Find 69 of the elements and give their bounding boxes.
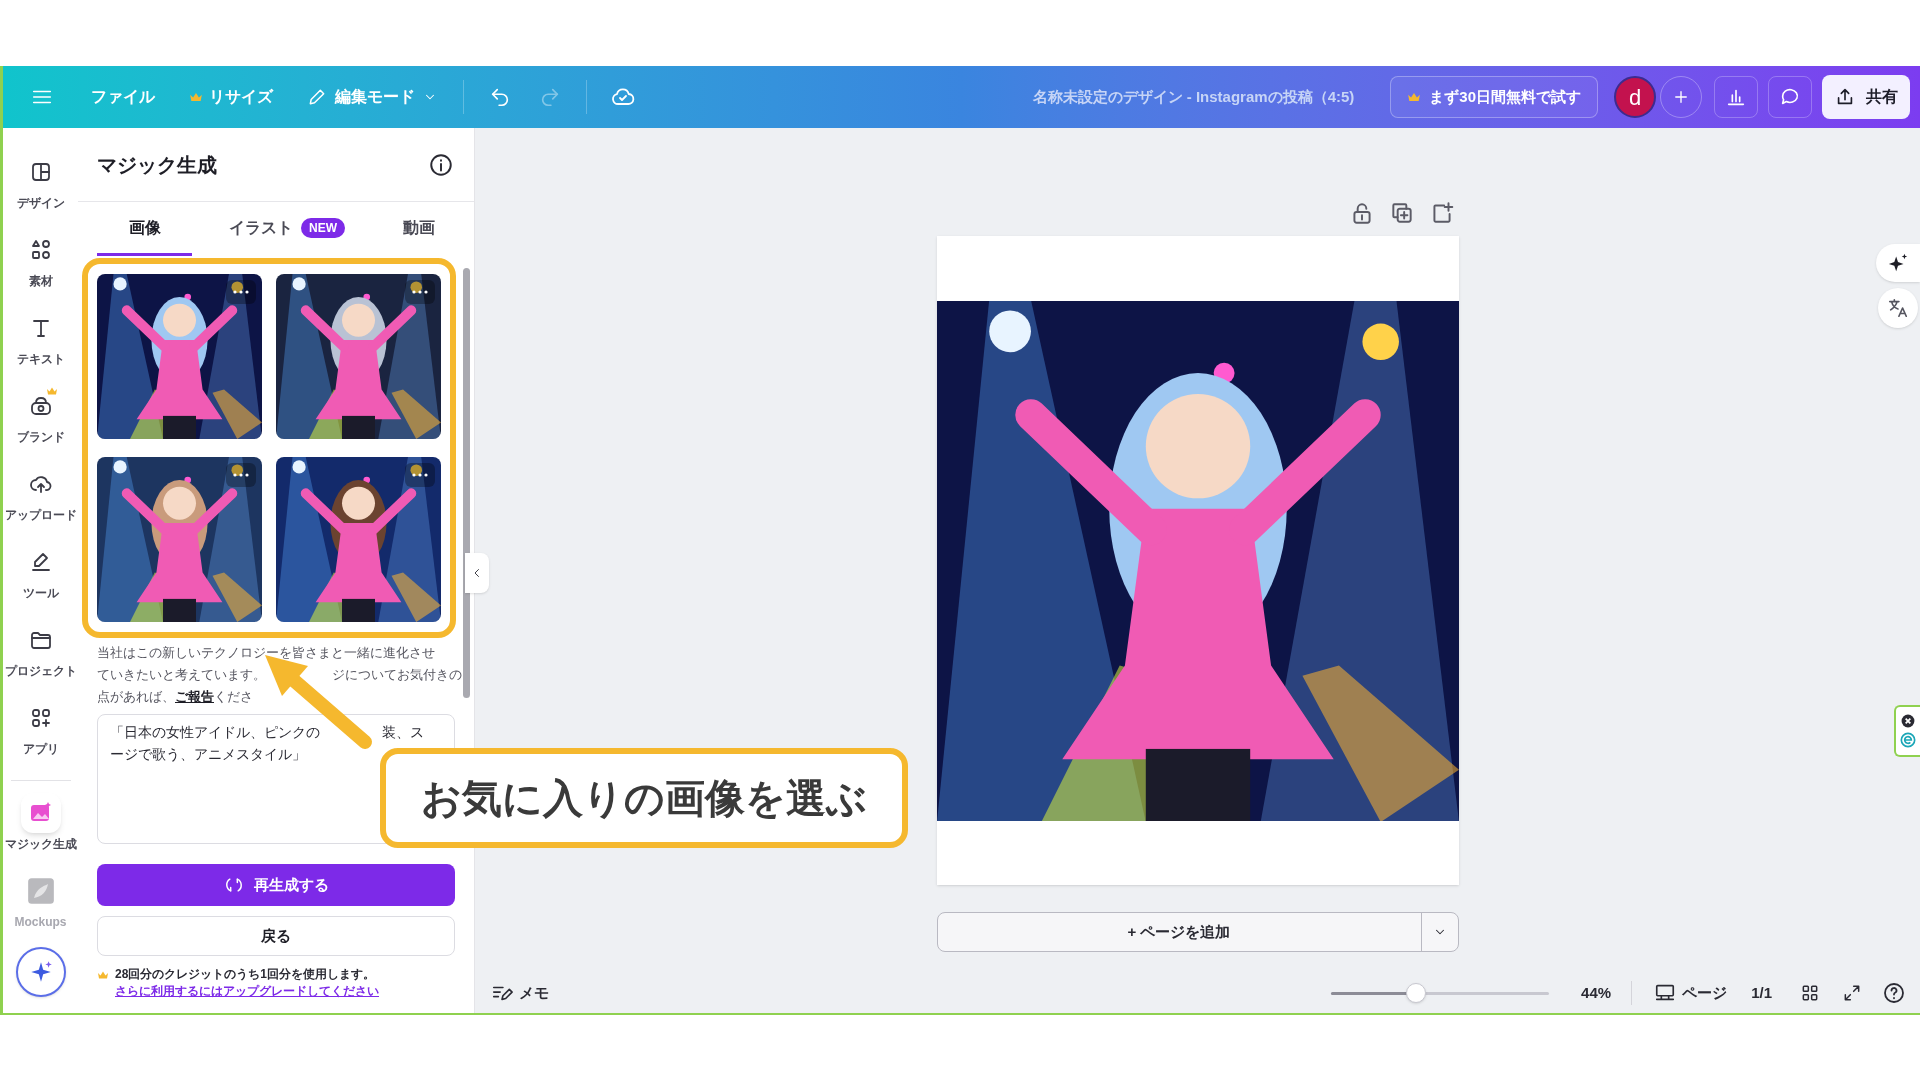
regenerate-button[interactable]: 再生成する	[97, 864, 455, 906]
crown-icon	[46, 386, 58, 396]
tab[interactable]: イラスト NEW	[192, 202, 382, 256]
tab[interactable]: 画像	[97, 202, 192, 256]
assistant-button[interactable]	[15, 947, 66, 997]
grid-icon	[1800, 983, 1820, 1003]
more-icon	[233, 473, 249, 477]
scrollbar[interactable]	[463, 268, 470, 698]
extension-widget[interactable]	[1894, 705, 1920, 757]
tab[interactable]: 動画	[382, 202, 455, 256]
undo-icon	[489, 86, 511, 108]
slider-thumb[interactable]	[1406, 982, 1427, 1003]
extension-icon	[1900, 732, 1916, 748]
mockup-icon	[26, 877, 55, 905]
insights-button[interactable]	[1714, 76, 1758, 118]
info-button[interactable]	[428, 151, 454, 178]
more-button[interactable]	[405, 280, 435, 304]
more-button[interactable]	[226, 280, 256, 304]
new-badge: NEW	[301, 217, 345, 238]
refresh-icon	[223, 875, 244, 895]
crown-icon	[1407, 91, 1422, 103]
document-title: 名称未設定のデザイン - Instagramの投稿（4:5)	[1032, 86, 1355, 107]
share-button[interactable]: 共有	[1822, 75, 1910, 119]
panel-title: マジック生成	[97, 152, 217, 178]
credits-text: 28回分のクレジットのうち1回分を使用します。	[115, 966, 377, 983]
upgrade-link[interactable]: さらに利用するにはアップグレードしてください	[115, 983, 379, 1000]
pages-button[interactable]: ページ	[1654, 981, 1728, 1005]
notes-button[interactable]: メモ	[491, 981, 549, 1005]
info-icon	[428, 151, 454, 178]
avatar[interactable]: d	[1614, 76, 1656, 118]
crown-icon	[97, 970, 109, 980]
page-count: 1/1	[1751, 982, 1772, 1003]
close-icon	[1901, 714, 1915, 728]
crown-icon	[189, 91, 203, 103]
sidebar-item[interactable]: 素材	[3, 226, 78, 304]
briefcase-icon	[28, 394, 53, 418]
sidebar-item[interactable]: テキスト	[3, 304, 78, 382]
sidebar-item[interactable]: アップロード	[3, 460, 78, 538]
sidebar-item[interactable]: マジック生成	[3, 789, 78, 867]
more-icon	[412, 473, 428, 477]
comment-button[interactable]	[1768, 76, 1812, 118]
pencil-icon	[307, 87, 327, 107]
collapse-handle[interactable]	[465, 553, 489, 593]
sidebar-item[interactable]: ブランド	[3, 382, 78, 460]
sidebar-item[interactable]: ツール	[3, 538, 78, 616]
more-icon	[412, 290, 428, 294]
more-button[interactable]	[226, 463, 256, 487]
magic-button[interactable]	[1876, 244, 1920, 282]
back-button[interactable]: 戻る	[97, 916, 455, 956]
translate-icon	[1887, 297, 1909, 319]
more-icon	[233, 290, 249, 294]
sidebar-item[interactable]: アプリ	[3, 694, 78, 772]
trial-button[interactable]: まず30日間無料で試す	[1390, 76, 1598, 118]
notice-text: くださ	[214, 688, 253, 706]
expand-icon	[1842, 983, 1862, 1003]
notice-text: 当社はこの新しいテクノロジーを皆さまと一緒に進化させ	[97, 644, 435, 662]
notice-text: 点があれば、	[97, 688, 175, 706]
report-link[interactable]: ご報告	[175, 686, 214, 708]
notice-text: ジについてお気付きの	[332, 666, 462, 684]
more-button[interactable]	[405, 463, 435, 487]
zoom-reading: 44%	[1581, 982, 1612, 1003]
redo-icon	[539, 86, 561, 108]
help-icon	[1882, 981, 1906, 1005]
sidebar-item[interactable]: プロジェクト	[3, 616, 78, 694]
sidebar-item[interactable]: デザイン	[3, 148, 78, 226]
translate-button[interactable]	[1878, 288, 1918, 328]
notice-text: ていきたいと考えています。	[97, 666, 266, 684]
callout-tooltip: お気に入りの画像を選ぶ	[380, 748, 908, 848]
plus-icon	[1672, 88, 1690, 106]
